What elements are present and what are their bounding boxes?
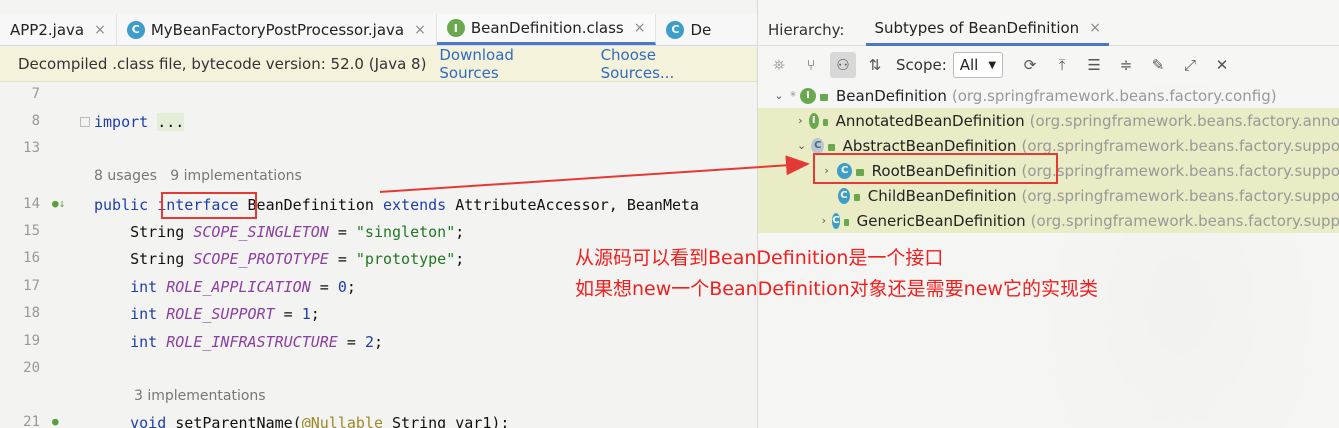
annotation-text: 从源码可以看到BeanDefinition是一个接口 如果想new一个BeanD… <box>575 243 1098 305</box>
annotation-arrow <box>379 155 810 193</box>
annotation-line-2: 如果想new一个BeanDefinition对象还是需要new它的实现类 <box>575 278 1098 300</box>
annotation-line-1: 从源码可以看到BeanDefinition是一个接口 <box>575 247 944 269</box>
